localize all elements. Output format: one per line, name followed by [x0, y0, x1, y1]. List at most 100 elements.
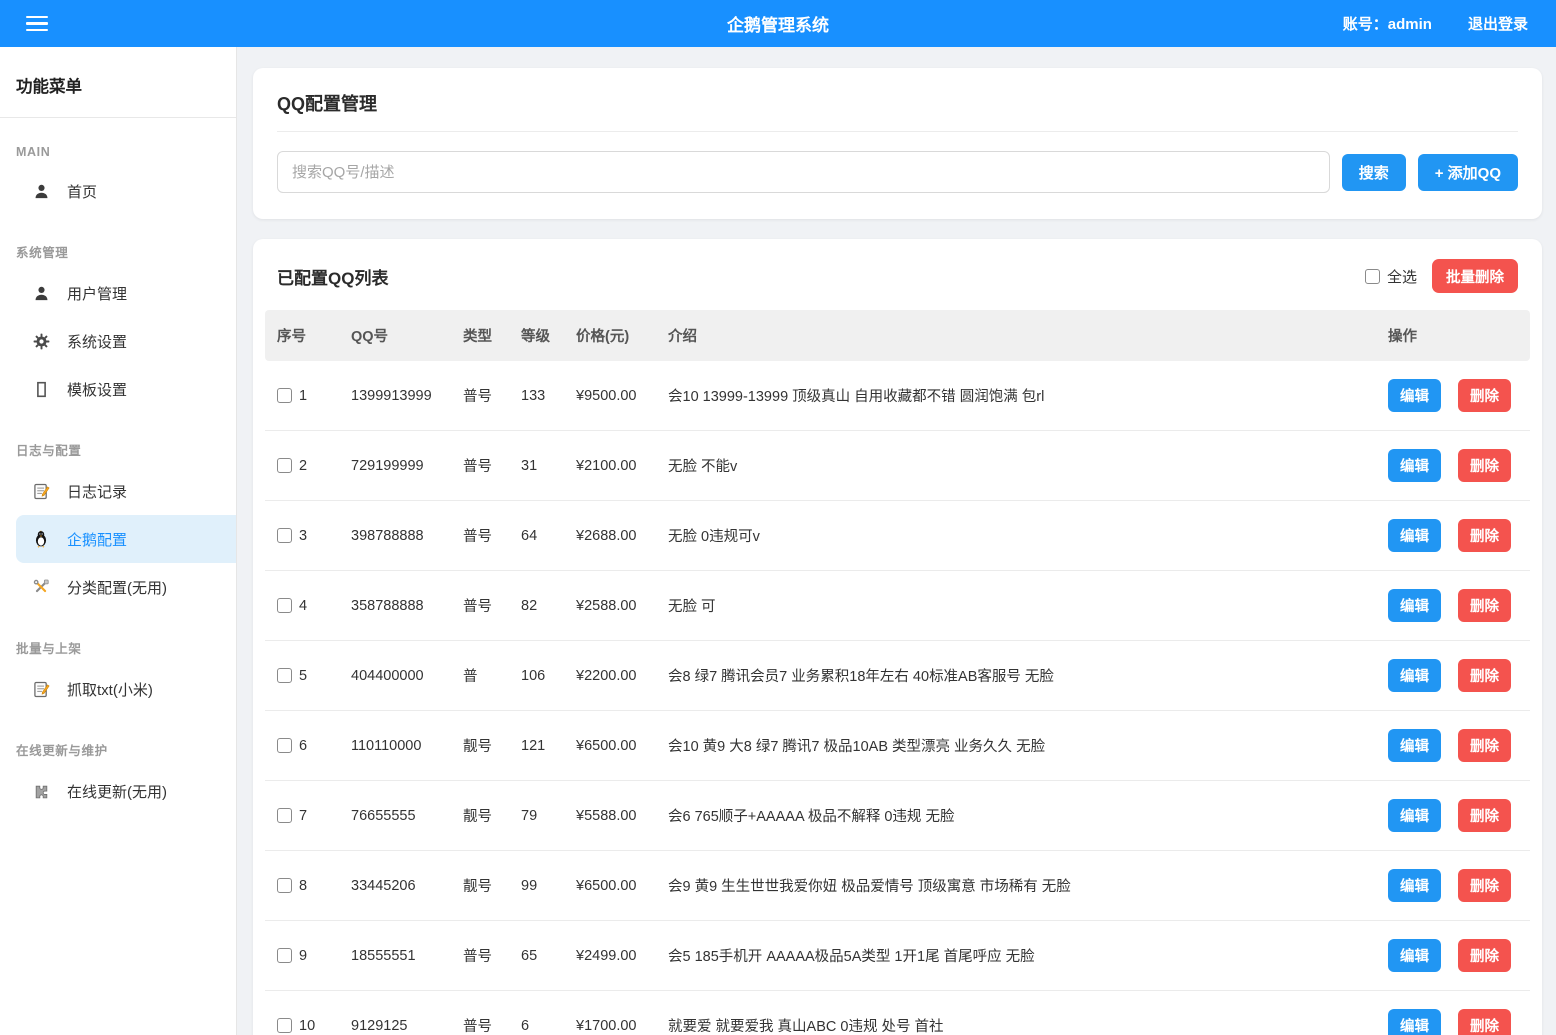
sidebar-item-template-settings[interactable]: 模板设置 — [16, 365, 236, 413]
user-icon — [32, 182, 50, 200]
row-checkbox[interactable] — [277, 388, 292, 403]
row-index: 4 — [299, 598, 307, 614]
row-index: 1 — [299, 388, 307, 404]
menu-toggle-icon[interactable] — [26, 16, 50, 32]
select-all-checkbox[interactable] — [1365, 269, 1380, 284]
row-level: 31 — [513, 431, 568, 501]
puzzle-icon — [32, 782, 50, 800]
search-button[interactable]: 搜索 — [1342, 154, 1406, 191]
memo-icon — [32, 680, 50, 698]
edit-button[interactable]: 编辑 — [1388, 589, 1441, 622]
col-price: 价格(元) — [568, 310, 660, 361]
sidebar-section-label: 批量与上架 — [16, 638, 220, 657]
row-qq: 358788888 — [343, 571, 455, 641]
sidebar-item-penguin-config[interactable]: 企鹅配置 — [16, 515, 236, 563]
qq-config-card: QQ配置管理 搜索 + 添加QQ — [253, 68, 1542, 219]
delete-button[interactable]: 删除 — [1458, 659, 1511, 692]
row-type: 普 — [455, 641, 513, 711]
col-actions: 操作 — [1380, 310, 1530, 361]
sidebar-item-users[interactable]: 用户管理 — [16, 269, 236, 317]
delete-button[interactable]: 删除 — [1458, 589, 1511, 622]
row-price: ¥2688.00 — [568, 501, 660, 571]
sidebar-item-logs[interactable]: 日志记录 — [16, 467, 236, 515]
batch-delete-button[interactable]: 批量删除 — [1432, 259, 1518, 293]
row-checkbox[interactable] — [277, 668, 292, 683]
sidebar-sections: MAIN 首页 系统管理 用户管理 系统设置 模板设置 日志与配置 日志记录 企… — [0, 145, 236, 815]
edit-button[interactable]: 编辑 — [1388, 799, 1441, 832]
row-price: ¥6500.00 — [568, 711, 660, 781]
delete-button[interactable]: 删除 — [1458, 799, 1511, 832]
row-price: ¥2200.00 — [568, 641, 660, 711]
row-price: ¥2100.00 — [568, 431, 660, 501]
col-qq: QQ号 — [343, 310, 455, 361]
row-desc: 会6 765顺子+AAAAA 极品不解释 0违规 无脸 — [660, 781, 1380, 851]
delete-button[interactable]: 删除 — [1458, 379, 1511, 412]
placeholder-box-icon — [32, 380, 50, 398]
col-type: 类型 — [455, 310, 513, 361]
delete-button[interactable]: 删除 — [1458, 729, 1511, 762]
row-checkbox[interactable] — [277, 878, 292, 893]
row-desc: 就要爱 就要爱我 真山ABC 0违规 处号 首社 — [660, 991, 1380, 1035]
row-desc: 无脸 0违规可v — [660, 501, 1380, 571]
row-qq: 18555551 — [343, 921, 455, 991]
row-type: 靓号 — [455, 711, 513, 781]
table-row: 7 76655555 靓号 79 ¥5588.00 会6 765顺子+AAAAA… — [265, 781, 1530, 851]
row-qq: 729199999 — [343, 431, 455, 501]
qq-table-body: 1 1399913999 普号 133 ¥9500.00 会10 13999-1… — [265, 361, 1530, 1035]
table-row: 4 358788888 普号 82 ¥2588.00 无脸 可 编辑 删除 — [265, 571, 1530, 641]
sidebar-item-home[interactable]: 首页 — [16, 167, 236, 215]
penguin-icon — [32, 530, 50, 548]
row-type: 普号 — [455, 571, 513, 641]
row-qq: 110110000 — [343, 711, 455, 781]
sidebar-item-system-settings[interactable]: 系统设置 — [16, 317, 236, 365]
row-type: 普号 — [455, 361, 513, 431]
sidebar-section-label: MAIN — [16, 145, 220, 159]
edit-button[interactable]: 编辑 — [1388, 379, 1441, 412]
add-qq-button[interactable]: + 添加QQ — [1418, 154, 1518, 191]
row-index: 9 — [299, 948, 307, 964]
row-price: ¥6500.00 — [568, 851, 660, 921]
row-checkbox[interactable] — [277, 528, 292, 543]
edit-button[interactable]: 编辑 — [1388, 659, 1441, 692]
row-checkbox[interactable] — [277, 948, 292, 963]
row-price: ¥5588.00 — [568, 781, 660, 851]
row-qq: 1399913999 — [343, 361, 455, 431]
row-level: 65 — [513, 921, 568, 991]
edit-button[interactable]: 编辑 — [1388, 1009, 1441, 1035]
edit-button[interactable]: 编辑 — [1388, 449, 1441, 482]
edit-button[interactable]: 编辑 — [1388, 869, 1441, 902]
delete-button[interactable]: 删除 — [1458, 1009, 1511, 1035]
edit-button[interactable]: 编辑 — [1388, 729, 1441, 762]
delete-button[interactable]: 删除 — [1458, 519, 1511, 552]
delete-button[interactable]: 删除 — [1458, 449, 1511, 482]
row-index: 3 — [299, 528, 307, 544]
topbar: 企鹅管理系统 账号：admin 退出登录 — [0, 0, 1556, 47]
col-desc: 介绍 — [660, 310, 1380, 361]
edit-button[interactable]: 编辑 — [1388, 519, 1441, 552]
row-desc: 无脸 不能v — [660, 431, 1380, 501]
row-checkbox[interactable] — [277, 458, 292, 473]
row-checkbox[interactable] — [277, 738, 292, 753]
delete-button[interactable]: 删除 — [1458, 939, 1511, 972]
row-type: 靓号 — [455, 851, 513, 921]
table-row: 9 18555551 普号 65 ¥2499.00 会5 185手机开 AAAA… — [265, 921, 1530, 991]
sidebar-item-category-config[interactable]: 分类配置(无用) — [16, 563, 236, 611]
delete-button[interactable]: 删除 — [1458, 869, 1511, 902]
table-row: 3 398788888 普号 64 ¥2688.00 无脸 0违规可v 编辑 删… — [265, 501, 1530, 571]
logout-link[interactable]: 退出登录 — [1468, 13, 1528, 34]
table-row: 1 1399913999 普号 133 ¥9500.00 会10 13999-1… — [265, 361, 1530, 431]
row-type: 普号 — [455, 501, 513, 571]
select-all[interactable]: 全选 — [1365, 266, 1417, 287]
col-index: 序号 — [265, 310, 343, 361]
row-checkbox[interactable] — [277, 1018, 292, 1033]
edit-button[interactable]: 编辑 — [1388, 939, 1441, 972]
table-header-row: 序号 QQ号 类型 等级 价格(元) 介绍 操作 — [265, 310, 1530, 361]
sidebar-item-online-update[interactable]: 在线更新(无用) — [16, 767, 236, 815]
row-level: 64 — [513, 501, 568, 571]
search-input[interactable] — [277, 151, 1330, 193]
row-checkbox[interactable] — [277, 808, 292, 823]
row-price: ¥2588.00 — [568, 571, 660, 641]
row-checkbox[interactable] — [277, 598, 292, 613]
sidebar-item-grab-txt[interactable]: 抓取txt(小米) — [16, 665, 236, 713]
row-index: 8 — [299, 878, 307, 894]
